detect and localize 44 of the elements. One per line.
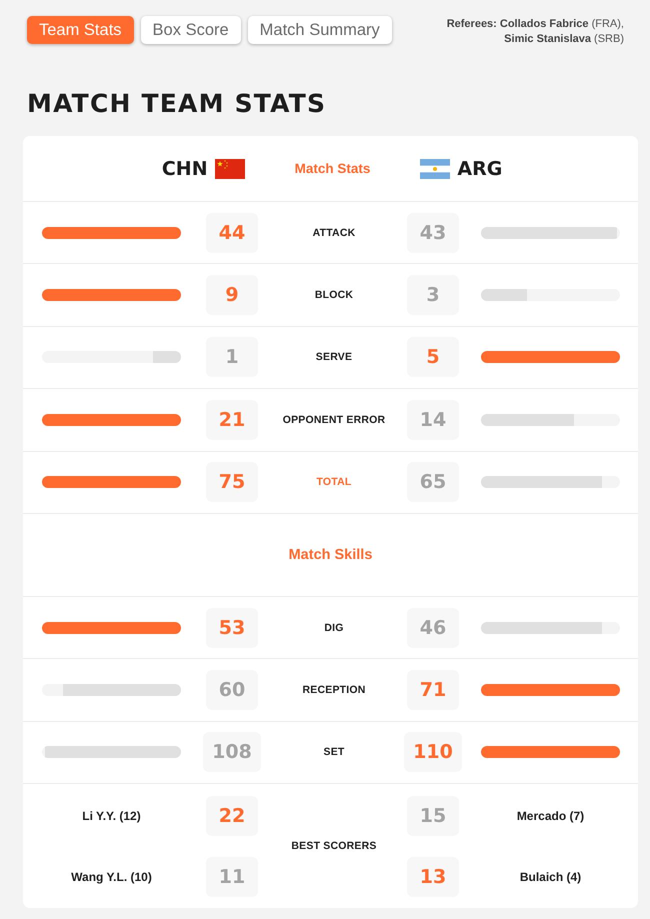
stat-value: 22 bbox=[206, 796, 258, 836]
stat-label: OPPONENT ERROR bbox=[282, 414, 386, 426]
stat-value: 60 bbox=[206, 670, 258, 710]
section-title: Match Skills bbox=[288, 546, 372, 563]
stat-value: 43 bbox=[407, 212, 459, 253]
flag-icon bbox=[214, 158, 245, 178]
referees-text: Referees: Collados Fabrice (FRA), Simic Stanislava (SRB) bbox=[446, 17, 624, 47]
tab[interactable]: Box Score bbox=[140, 16, 241, 44]
stat-value: 14 bbox=[407, 400, 459, 440]
stat-value: 13 bbox=[407, 856, 459, 897]
stat-value: 71 bbox=[407, 670, 459, 710]
stat-label: ATTACK bbox=[312, 226, 356, 239]
stat-label: DIG bbox=[324, 622, 344, 634]
stat-label: BLOCK bbox=[314, 289, 354, 302]
stat-value: 9 bbox=[206, 275, 258, 316]
stat-value: 110 bbox=[404, 732, 462, 772]
stat-label: BEST SCORERS bbox=[291, 840, 377, 852]
stat-value: 108 bbox=[203, 732, 261, 772]
tab[interactable]: Team Stats bbox=[27, 16, 134, 44]
stat-label: SERVE bbox=[316, 351, 352, 364]
stat-value: 3 bbox=[407, 275, 459, 316]
stat-value: 65 bbox=[407, 462, 459, 502]
stat-value: 5 bbox=[407, 337, 459, 378]
stat-value: 11 bbox=[206, 856, 258, 897]
stat-value: 75 bbox=[206, 462, 258, 502]
stat-label: SET bbox=[323, 746, 345, 758]
player-name: Mercado (7) bbox=[516, 808, 584, 823]
stat-value: 21 bbox=[206, 400, 258, 440]
stat-label: RECEPTION bbox=[302, 684, 366, 696]
team-code: CHN bbox=[162, 158, 208, 180]
stat-value: 1 bbox=[206, 337, 258, 378]
stat-value: 46 bbox=[407, 608, 459, 648]
stat-value: 44 bbox=[206, 212, 258, 253]
page-title: MATCH TEAM STATS bbox=[27, 89, 326, 119]
player-name: Li Y.Y. (12) bbox=[82, 808, 141, 823]
stat-label: TOTAL bbox=[316, 476, 352, 488]
stat-value: 53 bbox=[206, 608, 258, 648]
section-title: Match Stats bbox=[294, 161, 370, 176]
team-code: ARG bbox=[457, 158, 502, 180]
stat-value: 15 bbox=[407, 796, 459, 836]
player-name: Bulaich (4) bbox=[520, 870, 582, 884]
flag-icon bbox=[420, 158, 450, 178]
tab[interactable]: Match Summary bbox=[248, 16, 392, 44]
player-name: Wang Y.L. (10) bbox=[71, 870, 152, 884]
